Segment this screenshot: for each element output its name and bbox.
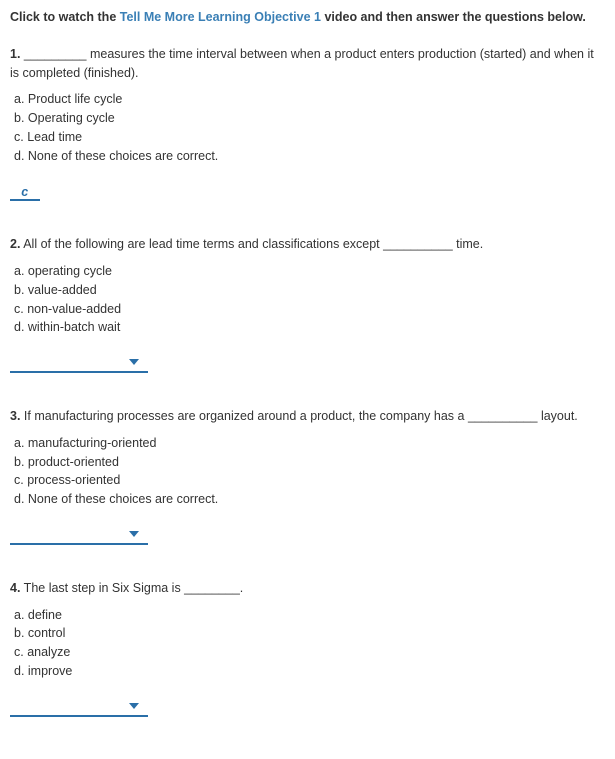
chevron-down-icon [129, 531, 139, 537]
question-1-choices: a. Product life cycle b. Operating cycle… [10, 90, 605, 165]
list-item: a. operating cycle [14, 262, 605, 281]
dropdown-toggle-4[interactable] [120, 699, 148, 717]
list-item: a. manufacturing-oriented [14, 434, 605, 453]
question-4-text: 4. The last step in Six Sigma is _______… [10, 579, 605, 598]
answer-row-2 [10, 351, 605, 373]
answer-row-4 [10, 695, 605, 717]
question-4-num: 4. [10, 581, 20, 595]
intro-text: Click to watch the Tell Me More Learning… [10, 8, 605, 27]
answer-input-4[interactable] [10, 699, 120, 717]
question-3-text: 3. If manufacturing processes are organi… [10, 407, 605, 426]
question-2-blank: __________ [383, 237, 453, 251]
chevron-down-icon [129, 359, 139, 365]
answer-row-3 [10, 523, 605, 545]
list-item: b. control [14, 624, 605, 643]
answer-row-1: c [10, 179, 605, 201]
question-4-choices: a. define b. control c. analyze d. impro… [10, 606, 605, 681]
list-item: b. value-added [14, 281, 605, 300]
question-4-before: The last step in Six Sigma is [20, 581, 184, 595]
answer-input-2[interactable] [10, 355, 120, 373]
question-4-after: . [240, 581, 243, 595]
list-item: a. define [14, 606, 605, 625]
answer-input-3[interactable] [10, 527, 120, 545]
question-3: 3. If manufacturing processes are organi… [10, 407, 605, 545]
intro-link[interactable]: Tell Me More Learning Objective 1 [120, 10, 321, 24]
question-2-before: All of the following are lead time terms… [20, 237, 383, 251]
question-2-choices: a. operating cycle b. value-added c. non… [10, 262, 605, 337]
question-3-after: layout. [537, 409, 577, 423]
intro-prefix: Click to watch the [10, 10, 120, 24]
question-3-num: 3. [10, 409, 20, 423]
list-item: d. None of these choices are correct. [14, 490, 605, 509]
intro-suffix: video and then answer the questions belo… [321, 10, 586, 24]
list-item: d. within-batch wait [14, 318, 605, 337]
answer-input-1[interactable]: c [10, 183, 40, 201]
dropdown-toggle-2[interactable] [120, 355, 148, 373]
list-item: d. None of these choices are correct. [14, 147, 605, 166]
question-3-choices: a. manufacturing-oriented b. product-ori… [10, 434, 605, 509]
question-1: 1. _________ measures the time interval … [10, 45, 605, 202]
chevron-down-icon [129, 703, 139, 709]
question-4-blank: ________ [184, 581, 240, 595]
list-item: b. Operating cycle [14, 109, 605, 128]
list-item: d. improve [14, 662, 605, 681]
question-2-after: time. [453, 237, 484, 251]
question-3-blank: __________ [468, 409, 538, 423]
question-1-text: 1. _________ measures the time interval … [10, 45, 605, 83]
list-item: c. Lead time [14, 128, 605, 147]
question-3-before: If manufacturing processes are organized… [20, 409, 468, 423]
question-2-text: 2. All of the following are lead time te… [10, 235, 605, 254]
question-1-num: 1. [10, 47, 20, 61]
list-item: c. non-value-added [14, 300, 605, 319]
list-item: b. product-oriented [14, 453, 605, 472]
list-item: a. Product life cycle [14, 90, 605, 109]
dropdown-toggle-3[interactable] [120, 527, 148, 545]
question-1-blank: _________ [24, 47, 87, 61]
question-4: 4. The last step in Six Sigma is _______… [10, 579, 605, 717]
list-item: c. analyze [14, 643, 605, 662]
list-item: c. process-oriented [14, 471, 605, 490]
question-1-after: measures the time interval between when … [10, 47, 594, 80]
question-2: 2. All of the following are lead time te… [10, 235, 605, 373]
question-2-num: 2. [10, 237, 20, 251]
